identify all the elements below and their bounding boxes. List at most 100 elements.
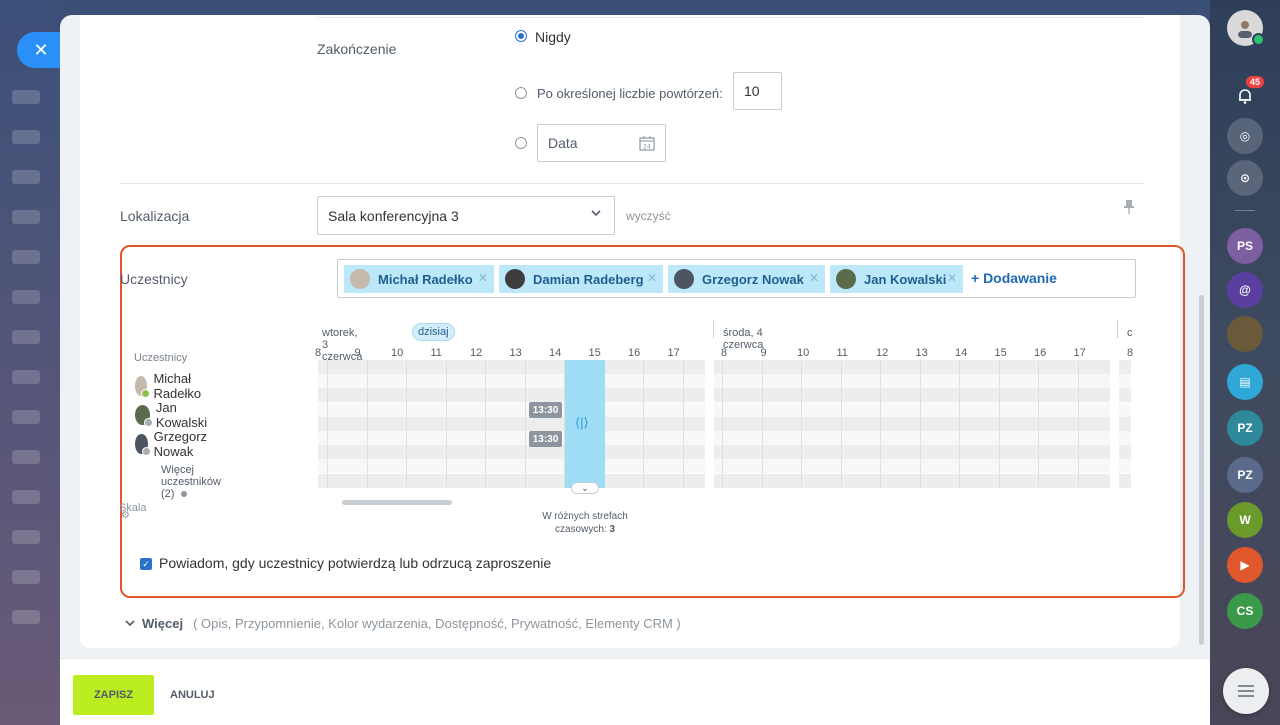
hour-label: 8 [315,347,322,359]
resize-handle-icon[interactable]: ⟨|⟩ [575,415,589,431]
timezones-line1: W różnych strefach [542,511,628,522]
day-divider [1117,320,1118,338]
target-icon[interactable]: ◎ [1227,118,1263,154]
sidebar-item-pz[interactable]: PZ [1227,410,1263,446]
timezones-line2: czasowych: [554,524,607,535]
save-button[interactable]: ZAPISZ [73,675,154,715]
chevron-down-icon[interactable]: ⌄ [571,482,599,494]
hour-gridline [919,360,921,488]
timeline-row [318,459,1131,474]
hour-label: 17 [667,347,680,359]
sidebar-item-video[interactable]: ▶ [1227,547,1263,583]
hour-label: 9 [354,347,361,359]
form-footer: ZAPISZ ANULUJ [60,658,1210,725]
end-date-input[interactable]: Data 24 [537,124,666,162]
divider [1235,210,1255,211]
timeline-row [318,402,1131,417]
vertical-scrollbar[interactable] [1199,295,1204,645]
participant-chip[interactable]: Michał Radełko ✕ [344,265,494,293]
notify-checkbox-label[interactable]: Powiadom, gdy uczestnicy potwierdzą lub … [159,555,551,571]
close-slider-button[interactable]: ✕ [17,32,61,68]
avatar [135,376,152,398]
planner-person: Jan Kowalski [135,400,212,430]
hour-label: 8 [721,347,728,359]
hour-gridline [959,360,960,488]
chat-icon[interactable]: ⊙ [1227,160,1263,196]
sidebar-item-cs[interactable]: CS [1227,593,1263,629]
hour-gridline [722,360,723,488]
participant-chip[interactable]: Jan Kowalski ✕ [830,265,963,293]
divider [317,17,1145,18]
more-label: Więcej [142,616,184,631]
horizontal-scrollbar[interactable] [342,500,452,505]
hour-gridline [880,360,881,488]
remove-icon[interactable]: ✕ [947,271,957,285]
chevron-down-icon [590,207,602,222]
sidebar-item-ps[interactable]: PS [1227,228,1263,264]
busy-time-badge: 13:30 [529,431,562,447]
timezones-count: 3 [609,524,616,535]
notifications-badge: 45 [1246,76,1265,88]
close-icon: ✕ [33,39,49,60]
sidebar-item-copilot[interactable]: @ [1227,272,1263,308]
hour-label: 11 [430,347,442,359]
hour-label: 15 [994,347,1007,359]
repeat-count-input[interactable]: 10 [733,72,782,110]
participant-chip[interactable]: Damian Radeberg ✕ [499,265,663,293]
today-badge: dzisiaj [412,323,455,341]
blurred-item [12,170,40,184]
recurrence-end-label: Zakończenie [317,41,397,57]
sidebar-item-group-avatar[interactable] [1227,316,1263,352]
timeline-row [318,374,1131,389]
timeline-row [318,388,1131,403]
location-select[interactable]: Sala konferencyjna 3 [317,196,615,235]
add-participant-button[interactable]: + Dodawanie [971,270,1057,286]
sidebar-item-chat[interactable]: ▤ [1227,364,1263,400]
hour-gridline [406,360,407,488]
clear-location-link[interactable]: wyczyść [626,209,671,223]
avatar [350,269,370,289]
avatar [135,434,151,456]
radio-end-date[interactable] [515,137,527,149]
blurred-item [12,330,40,344]
day-divider [713,320,714,338]
event-form-panel: Zakończenie Nigdy Po określonej liczbie … [60,15,1210,725]
hour-label: 14 [955,347,968,359]
hour-gridline [682,360,684,488]
sidebar-item-pz[interactable]: PZ [1227,457,1263,493]
participant-chip-name: Damian Radeberg [533,271,644,287]
end-date-placeholder: Data [548,135,578,151]
hour-gridline [761,360,763,488]
busy-time-badge: 13:30 [529,402,562,418]
timeline-row [318,360,1131,374]
sidebar-item-w[interactable]: W [1227,502,1263,538]
participant-chip[interactable]: Grzegorz Nowak ✕ [668,265,825,293]
scale-control[interactable]: Skala ⚙ [119,502,147,526]
hour-label: 10 [391,347,404,359]
avatar [674,269,694,289]
remove-icon[interactable]: ✕ [478,271,488,285]
day-label-partial: c [1127,327,1133,339]
participant-chip-name: Michał Radełko [378,271,473,287]
hour-gridline [445,360,447,488]
blurred-item [12,570,40,584]
remove-icon[interactable]: ✕ [809,271,819,285]
pin-icon[interactable] [1123,199,1135,220]
radio-never[interactable] [515,30,527,42]
hour-gridline [998,360,1000,488]
blurred-item [12,530,40,544]
remove-icon[interactable]: ✕ [647,271,657,285]
menu-icon[interactable] [1223,668,1269,714]
gear-icon[interactable]: ⚙ [121,510,130,521]
participants-selector[interactable]: Michał Radełko ✕ Damian Radeberg ✕ Grzeg… [337,259,1136,298]
cancel-button[interactable]: ANULUJ [170,689,215,701]
hour-gridline [801,360,802,488]
hour-label: 13 [915,347,928,359]
more-participants-link[interactable]: Więcej uczestników (2) [161,464,221,500]
radio-never-label: Nigdy [535,29,571,45]
hour-label: 11 [836,347,848,359]
more-options-toggle[interactable]: Więcej ( Opis, Przypomnienie, Kolor wyda… [125,616,681,631]
notify-checkbox[interactable]: ✓ [140,558,152,570]
avatar [505,269,525,289]
radio-after-count[interactable] [515,87,527,99]
